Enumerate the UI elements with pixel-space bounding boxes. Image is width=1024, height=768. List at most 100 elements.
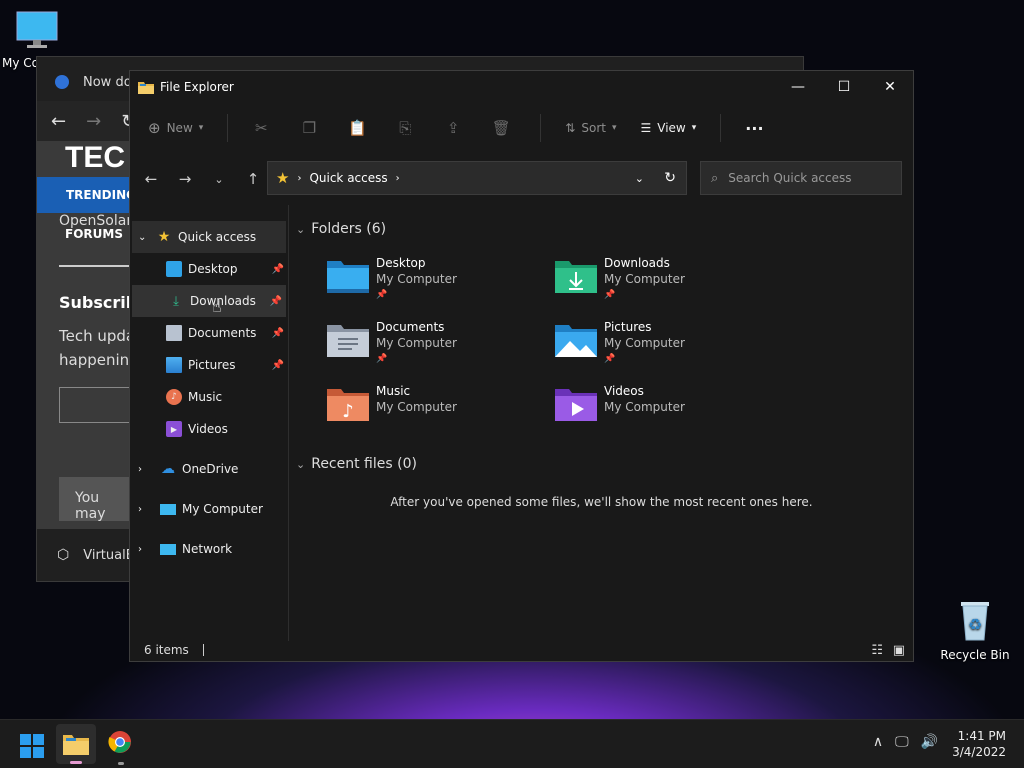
folder-meta: Downloads My Computer 📌 xyxy=(604,255,685,315)
clock-date: 3/4/2022 xyxy=(952,745,1006,759)
status-bar: 6 items ☷ ▣ xyxy=(130,639,913,661)
file-explorer-window[interactable]: File Explorer — ☐ ✕ ⊕ New ▾ ✂ ❐ 📋 ⎘ ⇪ 🗑 … xyxy=(129,70,914,662)
mouse-cursor: ☝ xyxy=(212,297,222,316)
sort-button[interactable]: ⇅ Sort ▾ xyxy=(565,121,616,135)
desktop-folder-icon xyxy=(327,261,369,293)
window-controls: — ☐ ✕ xyxy=(775,71,913,103)
share-icon[interactable]: ⇪ xyxy=(444,119,462,137)
desktop-icon-recycle-bin[interactable]: ♻ Recycle Bin xyxy=(940,598,1010,662)
pin-icon: 📌 xyxy=(376,290,388,300)
chrome-icon xyxy=(108,731,131,753)
volume-icon[interactable]: 🔊 xyxy=(921,734,938,750)
start-button[interactable] xyxy=(20,734,44,758)
more-options-icon[interactable]: ··· xyxy=(745,119,763,138)
back-arrow-icon[interactable]: ← xyxy=(134,170,168,188)
folders-header-label: Folders (6) xyxy=(311,221,387,237)
trending-nav[interactable]: TRENDING xyxy=(37,177,136,213)
folder-location: My Computer xyxy=(376,336,457,350)
sidebar-item-network[interactable]: › Network xyxy=(130,533,288,565)
pin-icon[interactable]: 📌 xyxy=(272,328,284,339)
svg-text:♪: ♪ xyxy=(342,401,354,422)
sidebar-item-music[interactable]: ♪ Music xyxy=(130,381,288,413)
folder-tile-downloads[interactable]: Downloads My Computer 📌 xyxy=(554,255,774,315)
folder-name: Music xyxy=(376,384,411,398)
navigation-pane: ⌄ ★ Quick access Desktop 📌 ⤓ Downloads 📌… xyxy=(130,205,289,641)
address-bar[interactable]: ★ › Quick access › ⌄ ↻ xyxy=(267,161,687,195)
delete-icon[interactable]: 🗑 xyxy=(492,119,511,137)
clock[interactable]: 1:41 PM 3/4/2022 xyxy=(952,728,1006,760)
taskbar-file-explorer[interactable] xyxy=(56,724,96,764)
cut-icon[interactable]: ✂ xyxy=(252,119,270,137)
sidebar-item-onedrive[interactable]: › ☁ OneDrive xyxy=(130,453,288,485)
subscribe-input[interactable] xyxy=(59,387,133,423)
sidebar-item-desktop[interactable]: Desktop 📌 xyxy=(130,253,288,285)
status-separator xyxy=(202,644,204,656)
toolbar-separator xyxy=(227,114,229,142)
network-icon[interactable]: 🖵 xyxy=(895,734,909,750)
folder-tile-videos[interactable]: Videos My Computer xyxy=(554,383,774,443)
forward-arrow-icon[interactable]: → xyxy=(168,170,202,188)
chevron-right-icon[interactable]: › xyxy=(138,504,160,515)
chevron-down-icon: ⌄ xyxy=(296,457,306,471)
chevron-right-icon[interactable]: › xyxy=(138,544,160,555)
pictures-icon xyxy=(166,357,182,373)
tiles-view-icon[interactable]: ▣ xyxy=(893,643,905,658)
chevron-right-icon[interactable]: › xyxy=(138,464,160,475)
downloads-folder-icon xyxy=(555,261,597,293)
folder-location: My Computer xyxy=(604,400,685,414)
sidebar-item-quick-access[interactable]: ⌄ ★ Quick access xyxy=(132,221,286,253)
recent-files-section-header[interactable]: ⌄ Recent files (0) xyxy=(296,456,417,472)
pin-icon[interactable]: 📌 xyxy=(272,360,284,371)
paste-icon[interactable]: 📋 xyxy=(348,119,367,137)
minimize-icon[interactable]: — xyxy=(775,71,821,103)
breadcrumb-chevron-icon[interactable]: › xyxy=(396,173,400,184)
sidebar-item-pictures[interactable]: Pictures 📌 xyxy=(130,349,288,381)
sidebar-item-videos[interactable]: ▶ Videos xyxy=(130,413,288,445)
folder-tile-music[interactable]: ♪ Music My Computer xyxy=(326,383,546,443)
search-box[interactable]: ⌕ Search Quick access xyxy=(700,161,902,195)
folders-section-header[interactable]: ⌄ Folders (6) xyxy=(296,221,386,237)
virtualbox-label[interactable]: VirtualB xyxy=(83,548,134,563)
taskbar-chrome[interactable] xyxy=(108,730,134,765)
recent-empty-message: After you've opened some files, we'll sh… xyxy=(390,495,813,509)
show-hidden-icons-icon[interactable]: ∧ xyxy=(873,734,883,750)
running-indicator xyxy=(118,762,124,765)
breadcrumb-location[interactable]: Quick access xyxy=(309,171,387,185)
search-input[interactable]: Search Quick access xyxy=(728,171,851,185)
chevron-down-icon[interactable]: ⌄ xyxy=(138,232,156,243)
forward-arrow-icon[interactable]: → xyxy=(86,111,101,132)
sidebar-item-downloads[interactable]: ⤓ Downloads 📌 xyxy=(132,285,286,317)
folder-tile-desktop[interactable]: Desktop My Computer 📌 xyxy=(326,255,546,315)
close-icon[interactable]: ✕ xyxy=(867,71,913,103)
address-dropdown-icon[interactable]: ⌄ xyxy=(635,172,644,185)
maximize-icon[interactable]: ☐ xyxy=(821,71,867,103)
desktop-folder-icon xyxy=(166,261,182,277)
copy-icon[interactable]: ❐ xyxy=(300,119,318,137)
folder-name: Videos xyxy=(604,384,644,398)
folder-meta: Videos My Computer xyxy=(604,383,685,443)
view-button[interactable]: ☰ View ▾ xyxy=(641,121,697,135)
svg-text:♻: ♻ xyxy=(968,615,982,634)
refresh-icon[interactable]: ↻ xyxy=(664,170,676,186)
sidebar-item-documents[interactable]: Documents 📌 xyxy=(130,317,288,349)
music-icon: ♪ xyxy=(166,389,182,405)
pin-icon[interactable]: 📌 xyxy=(272,264,284,275)
system-tray: ∧ 🖵 🔊 xyxy=(873,734,938,750)
video-icon: ▶ xyxy=(166,421,182,437)
chevron-down-icon: ▾ xyxy=(198,123,204,133)
forums-nav[interactable]: FORUMS xyxy=(65,227,123,241)
sidebar-item-my-computer[interactable]: › My Computer xyxy=(130,493,288,525)
up-arrow-icon[interactable]: ↑ xyxy=(236,170,270,188)
folder-tile-pictures[interactable]: Pictures My Computer 📌 xyxy=(554,319,774,379)
pictures-folder-icon xyxy=(555,325,597,357)
back-arrow-icon[interactable]: ← xyxy=(51,111,66,132)
site-logo: TEC xyxy=(65,141,125,174)
details-view-icon[interactable]: ☷ xyxy=(871,643,883,658)
rename-icon[interactable]: ⎘ xyxy=(396,119,414,137)
new-button[interactable]: ⊕ New ▾ xyxy=(148,119,203,137)
sidebar-item-label: My Computer xyxy=(182,502,263,516)
pin-icon[interactable]: 📌 xyxy=(270,296,282,307)
folder-tile-documents[interactable]: Documents My Computer 📌 xyxy=(326,319,546,379)
windows-logo-icon xyxy=(33,734,44,745)
recent-locations-chevron-icon[interactable]: ⌄ xyxy=(202,173,236,186)
